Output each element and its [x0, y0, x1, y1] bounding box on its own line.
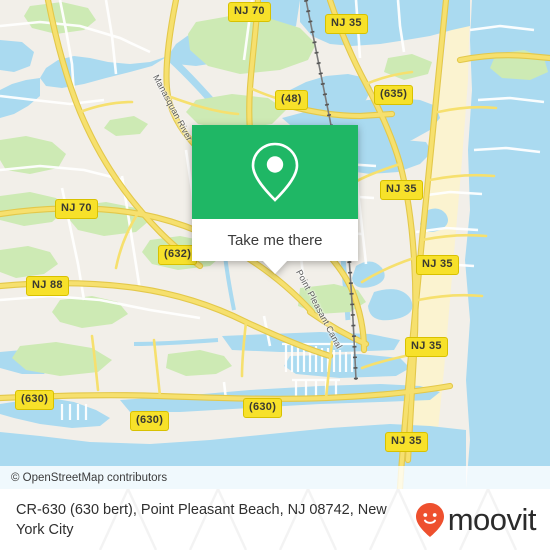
moovit-pin-smiley-icon — [415, 502, 444, 537]
moovit-map-screenshot: Manasquan River Point Pleasant Canal NJ … — [0, 0, 550, 550]
moovit-wordmark: moovit — [447, 502, 537, 537]
callout-footer[interactable]: Take me there — [192, 219, 358, 274]
callout-header — [192, 125, 358, 219]
road-shield-cr-48[interactable]: (48) — [275, 90, 308, 110]
map-attribution-bar: © OpenStreetMap contributors — [0, 466, 550, 489]
road-shield-cr-635[interactable]: (635) — [374, 85, 414, 105]
road-shield-nj-35-right[interactable]: NJ 35 — [416, 255, 459, 275]
road-shield-cr-630-right[interactable]: (630) — [243, 398, 283, 418]
footer-bar: CR-630 (630 bert), Point Pleasant Beach,… — [0, 489, 550, 550]
road-shield-nj-70-top[interactable]: NJ 70 — [228, 2, 271, 22]
location-title: CR-630 (630 bert), Point Pleasant Beach,… — [16, 501, 387, 538]
road-shield-nj-35-bottom[interactable]: NJ 35 — [385, 432, 428, 452]
moovit-logo[interactable]: moovit — [415, 502, 537, 538]
osm-attribution-text[interactable]: © OpenStreetMap contributors — [11, 472, 167, 484]
road-shield-cr-630-left[interactable]: (630) — [15, 390, 55, 410]
callout-pointer — [262, 260, 288, 274]
map-canvas[interactable]: Manasquan River Point Pleasant Canal NJ … — [0, 0, 550, 489]
road-shield-nj-88[interactable]: NJ 88 — [26, 276, 69, 296]
take-me-there-label: Take me there — [227, 231, 323, 249]
road-shield-nj-35-mid[interactable]: NJ 35 — [380, 180, 423, 200]
map-pin-icon — [251, 142, 299, 202]
road-shield-nj-35-top[interactable]: NJ 35 — [325, 14, 368, 34]
map-callout-popup[interactable]: Take me there — [192, 125, 358, 274]
road-shield-cr-630-center[interactable]: (630) — [130, 411, 170, 431]
road-shield-nj-70-left[interactable]: NJ 70 — [55, 199, 98, 219]
road-shield-nj-35-lower[interactable]: NJ 35 — [405, 337, 448, 357]
